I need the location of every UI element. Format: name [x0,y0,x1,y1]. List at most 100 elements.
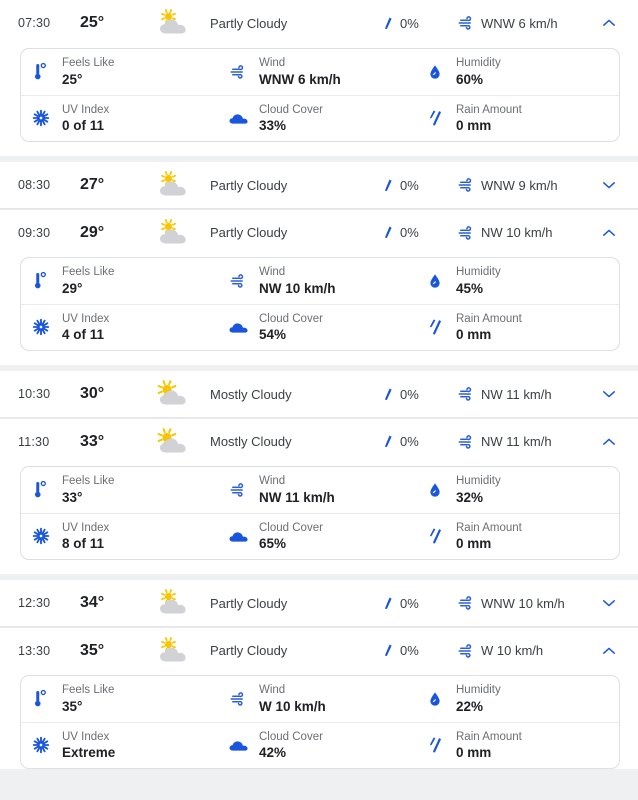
detail-label-feels-like: Feels Like [62,266,115,279]
forecast-hour-group: 08:30 27° Partly Cloudy 0% WNW 9 km/h [0,162,638,209]
forecast-hour-row[interactable]: 10:30 30° Mostly Cloudy 0% NW 11 km/h [0,371,638,417]
detail-label-wind: Wind [259,57,286,70]
hour-detail-card: Feels Like 35° Wind W 10 km/h Humidity 2… [20,675,620,769]
humidity-drop-icon [425,688,445,710]
humidity-drop-icon [425,270,445,292]
detail-value-feels-like: 29° [62,280,83,296]
detail-text: Rain Amount 0 mm [456,312,522,343]
detail-cell-rain-amount: Rain Amount 0 mm [415,312,619,343]
detail-cell-humidity: Humidity 60% [415,56,619,87]
hour-detail-card: Feels Like 33° Wind NW 11 km/h Humidity … [20,466,620,560]
chevron-down-icon[interactable] [594,389,624,399]
rain-drops-icon [425,734,445,756]
hourly-forecast-list: 07:30 25° Partly Cloudy 0% WNW 6 km/h Fe… [0,0,638,769]
detail-text: Rain Amount 0 mm [456,103,522,134]
detail-label-cloud-cover: Cloud Cover [259,521,323,534]
detail-text: Feels Like 29° [62,265,114,296]
detail-value-humidity: 32% [456,489,484,505]
humidity-drop-icon [425,61,445,83]
wind-value: WNW 9 km/h [481,177,558,193]
detail-text: Rain Amount 0 mm [456,521,522,552]
detail-label-feels-like: Feels Like [62,475,115,488]
hour-time: 07:30 [18,16,51,30]
forecast-hour-row[interactable]: 11:30 33° Mostly Cloudy 0% NW 11 km/h [0,418,638,464]
hour-wind: NW 10 km/h [458,225,594,240]
detail-label-uv-index: UV Index [62,103,110,116]
forecast-hour-row[interactable]: 08:30 27° Partly Cloudy 0% WNW 9 km/h [0,162,638,208]
chevron-up-icon[interactable] [594,437,624,447]
rain-drops-icon [425,525,445,547]
chevron-up-icon[interactable] [594,18,624,28]
wind-icon [228,479,248,501]
mostly-cloudy-icon [148,427,206,457]
uv-sun-icon [31,525,51,547]
detail-text: Feels Like 33° [62,474,114,505]
detail-text: Humidity 45% [456,265,501,296]
forecast-hour-row[interactable]: 12:30 34° Partly Cloudy 0% WNW 10 km/h [0,580,638,626]
detail-value-feels-like: 25° [62,71,83,87]
hour-condition: Partly Cloudy [210,595,288,611]
detail-text: UV Index 0 of 11 [62,103,109,134]
chevron-up-icon[interactable] [594,228,624,238]
detail-cell-feels-like: Feels Like 25° [21,56,218,87]
detail-value-wind: NW 11 km/h [259,489,335,505]
forecast-hour-group: 11:30 33° Mostly Cloudy 0% NW 11 km/h Fe… [0,418,638,580]
precipitation-value: 0% [400,386,419,402]
forecast-hour-row[interactable]: 13:30 35° Partly Cloudy 0% W 10 km/h [0,627,638,673]
raindrop-icon [382,387,393,402]
raindrop-icon [382,596,393,611]
detail-cell-cloud-cover: Cloud Cover 33% [218,103,415,134]
wind-icon [228,61,248,83]
partly-cloudy-icon [148,8,206,38]
detail-value-feels-like: 35° [62,698,83,714]
chevron-up-icon[interactable] [594,646,624,656]
hour-condition: Partly Cloudy [210,177,288,193]
hour-time: 08:30 [18,178,51,192]
detail-cell-wind: Wind WNW 6 km/h [218,56,415,87]
detail-value-wind: W 10 km/h [259,698,326,714]
detail-label-humidity: Humidity [456,684,501,697]
cloud-icon [228,107,248,129]
wind-value: WNW 10 km/h [481,595,565,611]
detail-text: Humidity 60% [456,56,501,87]
forecast-hour-row[interactable]: 07:30 25° Partly Cloudy 0% WNW 6 km/h [0,0,638,46]
detail-text: Rain Amount 0 mm [456,730,522,761]
detail-text: UV Index 8 of 11 [62,521,109,552]
humidity-drop-icon [425,479,445,501]
detail-row-secondary: UV Index 8 of 11 Cloud Cover 65% Rain Am… [21,513,619,559]
partly-cloudy-icon [148,588,206,618]
forecast-hour-row[interactable]: 09:30 29° Partly Cloudy 0% NW 10 km/h [0,209,638,255]
detail-text: Wind NW 11 km/h [259,474,335,505]
thermometer-icon [31,270,51,292]
detail-row-secondary: UV Index 4 of 11 Cloud Cover 54% Rain Am… [21,304,619,350]
precipitation-value: 0% [400,434,419,449]
detail-cell-cloud-cover: Cloud Cover 54% [218,312,415,343]
detail-row-secondary: UV Index Extreme Cloud Cover 42% Rain Am… [21,722,619,768]
cloud-icon [228,316,248,338]
thermometer-icon [31,479,51,501]
precipitation-value: 0% [400,15,419,31]
hour-temperature: 29° [80,223,105,241]
chevron-down-icon[interactable] [594,598,624,608]
chevron-down-icon[interactable] [594,180,624,190]
detail-label-rain-amount: Rain Amount [456,312,522,325]
forecast-hour-group: 13:30 35° Partly Cloudy 0% W 10 km/h Fee… [0,627,638,769]
detail-label-humidity: Humidity [456,57,501,70]
detail-label-feels-like: Feels Like [62,57,115,70]
detail-cell-feels-like: Feels Like 29° [21,265,218,296]
wind-value: NW 11 km/h [481,386,552,402]
detail-cell-uv-index: UV Index 0 of 11 [21,103,218,134]
detail-value-cloud-cover: 54% [259,327,287,343]
detail-label-wind: Wind [259,684,286,697]
hour-precipitation: 0% [382,178,458,193]
detail-cell-humidity: Humidity 22% [415,683,619,714]
wind-value: W 10 km/h [481,643,544,658]
detail-label-feels-like: Feels Like [62,684,115,697]
mostly-cloudy-icon [148,379,206,409]
detail-label-rain-amount: Rain Amount [456,103,522,116]
hour-detail-card: Feels Like 29° Wind NW 10 km/h Humidity … [20,257,620,351]
hour-precipitation: 0% [382,225,458,240]
detail-cell-cloud-cover: Cloud Cover 65% [218,521,415,552]
detail-text: UV Index 4 of 11 [62,312,109,343]
detail-row-primary: Feels Like 35° Wind W 10 km/h Humidity 2… [21,676,619,722]
